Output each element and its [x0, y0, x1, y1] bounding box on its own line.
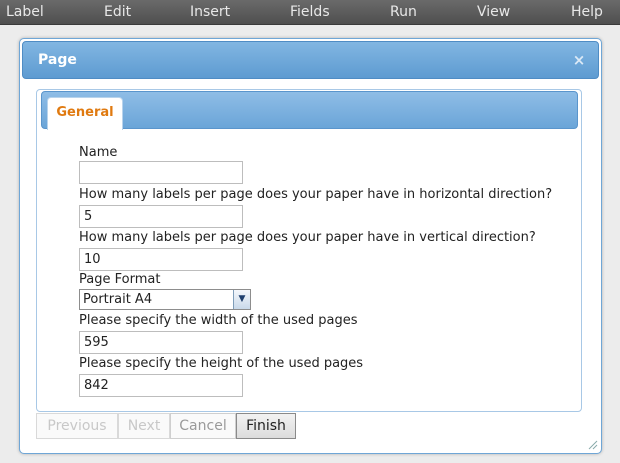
chevron-down-icon[interactable]: ▼: [233, 290, 250, 309]
close-icon[interactable]: ×: [570, 51, 588, 69]
previous-button[interactable]: Previous: [36, 413, 118, 439]
width-label: Please specify the width of the used pag…: [79, 313, 358, 328]
vertical-count-field[interactable]: [79, 248, 243, 271]
finish-button[interactable]: Finish: [236, 413, 296, 439]
menu-label[interactable]: Label: [6, 0, 44, 24]
tab-general[interactable]: General: [47, 97, 123, 130]
menu-edit[interactable]: Edit: [104, 0, 131, 24]
height-label: Please specify the height of the used pa…: [79, 356, 364, 371]
page-format-label: Page Format: [79, 272, 161, 287]
resize-grip-icon[interactable]: [586, 438, 598, 450]
tab-panel: General Name How many labels per page do…: [36, 89, 582, 412]
menu-insert[interactable]: Insert: [190, 0, 230, 24]
name-field[interactable]: [79, 161, 243, 184]
page-format-select[interactable]: Portrait A4 ▼: [79, 289, 251, 310]
horizontal-count-field[interactable]: [79, 205, 243, 228]
width-field[interactable]: [79, 331, 243, 354]
name-label: Name: [79, 145, 118, 160]
horizontal-label: How many labels per page does your paper…: [79, 187, 553, 202]
menu-help[interactable]: Help: [571, 0, 603, 24]
page-dialog: Page × General Name How many labels per …: [19, 38, 602, 454]
menu-bar: Label Edit Insert Fields Run View Help: [0, 0, 620, 25]
vertical-label: How many labels per page does your paper…: [79, 230, 536, 245]
menu-fields[interactable]: Fields: [290, 0, 330, 24]
menu-view[interactable]: View: [477, 0, 510, 24]
tab-header: General: [41, 91, 578, 130]
next-button[interactable]: Next: [118, 413, 170, 439]
menu-run[interactable]: Run: [390, 0, 417, 24]
page-format-value: Portrait A4: [83, 292, 153, 307]
dialog-title: Page: [38, 52, 77, 68]
height-field[interactable]: [79, 374, 243, 397]
cancel-button[interactable]: Cancel: [170, 413, 236, 439]
dialog-titlebar[interactable]: Page ×: [22, 41, 599, 79]
